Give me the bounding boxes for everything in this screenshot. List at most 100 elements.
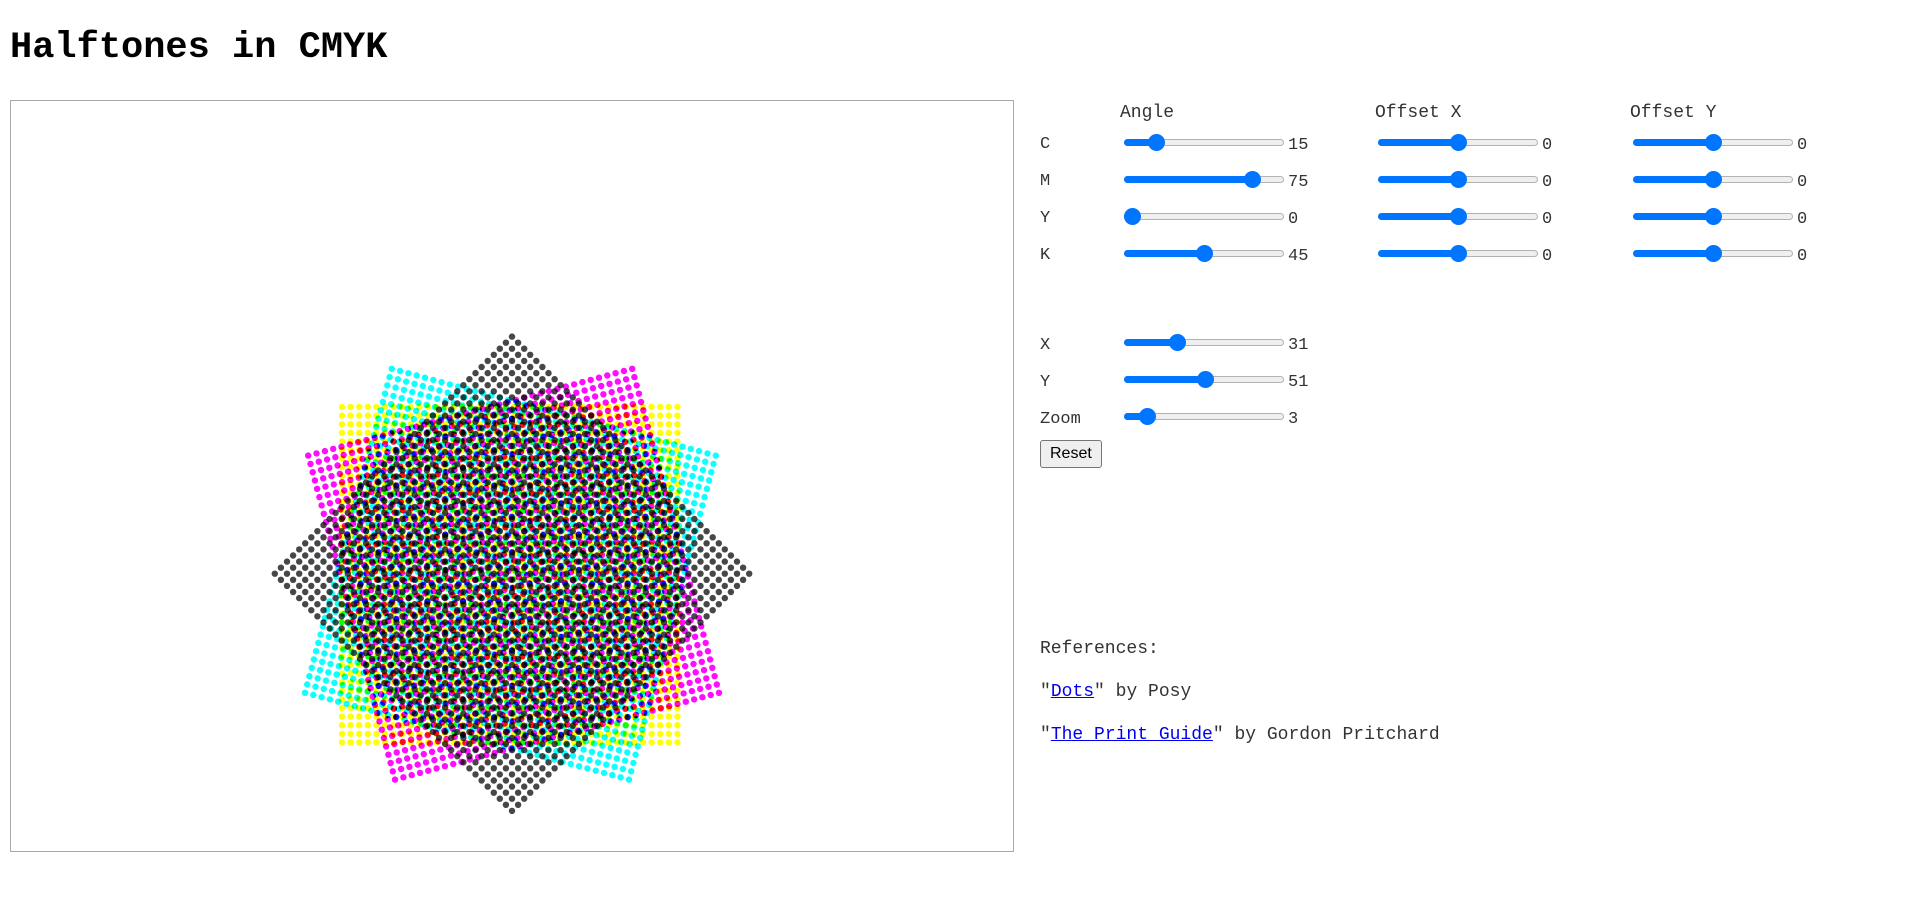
halftone-dot — [657, 669, 664, 677]
halftone-dot — [630, 724, 638, 731]
halftone-dot — [630, 703, 637, 710]
halftone-dot — [355, 474, 362, 481]
halftone-dot — [338, 503, 345, 511]
halftone-dot — [380, 734, 388, 742]
halftone-dot — [345, 692, 352, 699]
halftone-dot — [308, 558, 315, 565]
halftone-dot — [683, 462, 690, 469]
halftone-dot — [344, 521, 351, 529]
halftone-dot — [687, 481, 694, 488]
halftone-dot — [496, 394, 503, 401]
halftone-dot — [545, 387, 553, 395]
halftone-dot — [417, 448, 424, 456]
halftone-dot — [620, 730, 627, 737]
halftone-dot — [490, 388, 497, 395]
halftone-dot — [439, 754, 446, 762]
halftone-dot — [343, 700, 350, 708]
halftone-dot — [607, 744, 614, 752]
halftone-dot — [364, 730, 371, 737]
halftone-canvas[interactable] — [10, 100, 1014, 852]
halftone-dot — [423, 418, 431, 425]
halftone-dot — [665, 667, 672, 674]
halftone-dot — [680, 690, 687, 697]
halftone-dot — [696, 650, 703, 657]
halftone-dot — [471, 387, 479, 395]
halftone-dot — [642, 415, 649, 422]
halftone-dot — [423, 430, 431, 438]
halftone-dot — [347, 713, 354, 720]
halftone-dot — [699, 502, 706, 509]
halftone-dot — [314, 540, 321, 547]
halftone-dot — [371, 701, 379, 708]
halftone-dot — [454, 412, 461, 419]
halftone-dot — [590, 740, 598, 747]
halftone-dot — [674, 713, 681, 720]
halftone-dot — [447, 485, 454, 492]
halftone-dot — [632, 751, 639, 758]
halftone-dot — [609, 424, 616, 431]
halftone-dot — [521, 369, 528, 377]
halftone-dot — [338, 412, 346, 419]
halftone-dot — [657, 421, 664, 428]
halftone-dot — [584, 765, 591, 772]
halftone-dot — [603, 725, 611, 733]
halftone-dot — [344, 546, 351, 553]
halftone-dot — [409, 388, 416, 396]
halftone-dot — [301, 689, 309, 696]
halftone-dot — [665, 403, 672, 411]
halftone-dot — [496, 369, 503, 377]
halftone-dot — [703, 675, 710, 682]
halftone-dot — [608, 388, 615, 396]
halftone-dot — [478, 412, 485, 419]
halftone-dot — [423, 442, 431, 450]
halftone-dot — [711, 673, 718, 680]
halftone-dot — [390, 705, 398, 712]
halftone-dot — [688, 687, 696, 695]
halftone-dot — [629, 365, 636, 372]
halftone-dot — [405, 728, 412, 735]
halftone-dot — [323, 641, 330, 649]
halftone-dot — [684, 671, 691, 678]
halftone-dot — [429, 412, 437, 419]
halftone-dot — [605, 753, 612, 760]
halftone-dot — [634, 743, 642, 750]
halftone-dot — [672, 692, 679, 699]
halftone-dot — [393, 448, 400, 456]
halftone-dot — [416, 734, 423, 741]
halftone-dot — [341, 487, 348, 494]
halftone-dot — [391, 776, 399, 783]
halftone-dot — [615, 413, 622, 421]
halftone-dot — [359, 455, 366, 463]
halftone-dot — [362, 479, 370, 486]
halftone-dot — [334, 462, 341, 469]
halftone-dot — [712, 452, 719, 459]
halftone-dot — [570, 381, 578, 388]
halftone-dot — [373, 739, 380, 746]
halftone-dot — [496, 345, 503, 352]
halftone-dot — [657, 429, 664, 436]
halftone-dot — [296, 558, 303, 565]
halftone-dot — [369, 693, 376, 700]
halftone-dot — [309, 469, 316, 476]
halftone-dot — [435, 418, 443, 425]
halftone-dot — [664, 466, 671, 473]
halftone-dot — [392, 384, 399, 391]
halftone-dot — [454, 400, 461, 407]
halftone-dot — [417, 436, 424, 444]
halftone-dot — [690, 500, 698, 507]
halftone-dot — [349, 485, 356, 492]
halftone-dot — [375, 515, 382, 523]
halftone-dot — [314, 675, 321, 682]
halftone-dot — [368, 497, 376, 504]
halftone-dot — [348, 449, 356, 456]
halftone-dot — [490, 351, 497, 358]
halftone-dot — [411, 442, 418, 450]
halftone-dot — [448, 418, 455, 425]
halftone-dot — [404, 755, 411, 762]
halftone-dot — [289, 564, 297, 571]
halftone-dot — [322, 483, 329, 490]
halftone-dot — [417, 391, 424, 398]
halftone-dot — [567, 760, 574, 768]
halftone-dot — [675, 673, 683, 680]
halftone-dot — [478, 400, 485, 407]
